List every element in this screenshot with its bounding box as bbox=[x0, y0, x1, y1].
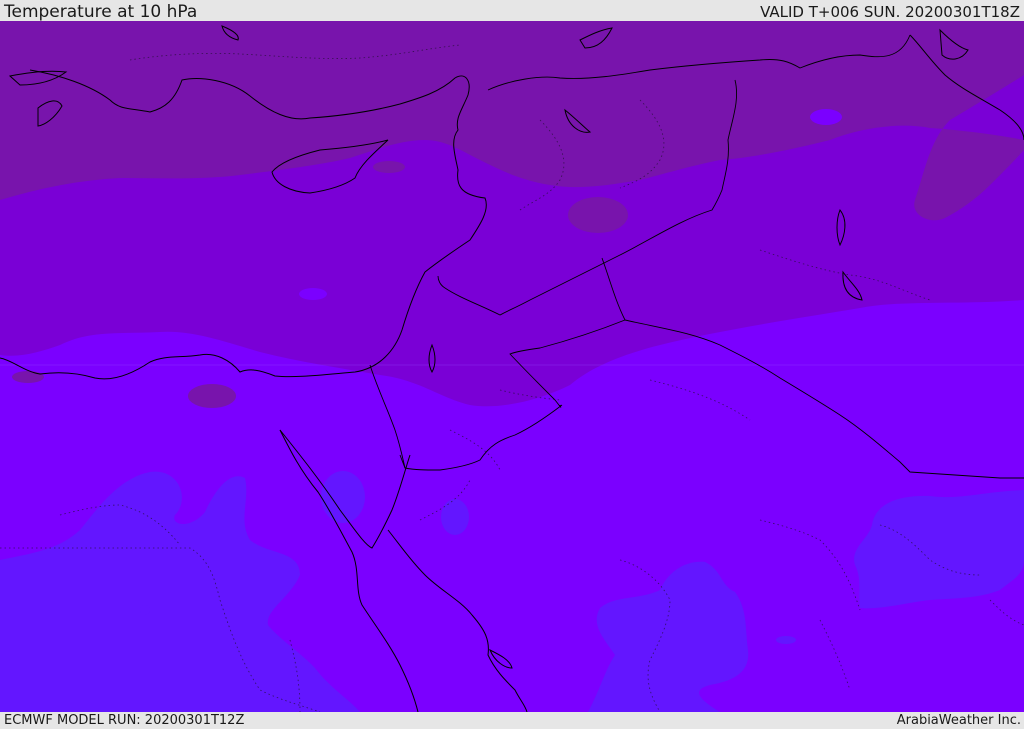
warm-patch bbox=[321, 471, 365, 523]
warm-patch bbox=[441, 499, 469, 535]
cold-patch bbox=[12, 371, 44, 383]
cold-patch bbox=[373, 161, 405, 173]
warm-patch bbox=[140, 605, 150, 615]
warm-patch bbox=[299, 288, 327, 300]
warm-patch bbox=[810, 109, 842, 125]
map-header: Temperature at 10 hPa VALID T+006 SUN. 2… bbox=[0, 0, 1024, 21]
warm-patch bbox=[776, 636, 796, 644]
map-title: Temperature at 10 hPa bbox=[4, 2, 198, 22]
temperature-map bbox=[0, 21, 1024, 712]
cold-patch bbox=[188, 384, 236, 408]
map-footer: ECMWF MODEL RUN: 20200301T12Z ArabiaWeat… bbox=[0, 712, 1024, 729]
brand-credit: ArabiaWeather Inc. bbox=[896, 713, 1021, 728]
model-run: ECMWF MODEL RUN: 20200301T12Z bbox=[4, 713, 245, 728]
cold-patch bbox=[568, 197, 628, 233]
valid-time: VALID T+006 SUN. 20200301T18Z bbox=[760, 3, 1020, 21]
